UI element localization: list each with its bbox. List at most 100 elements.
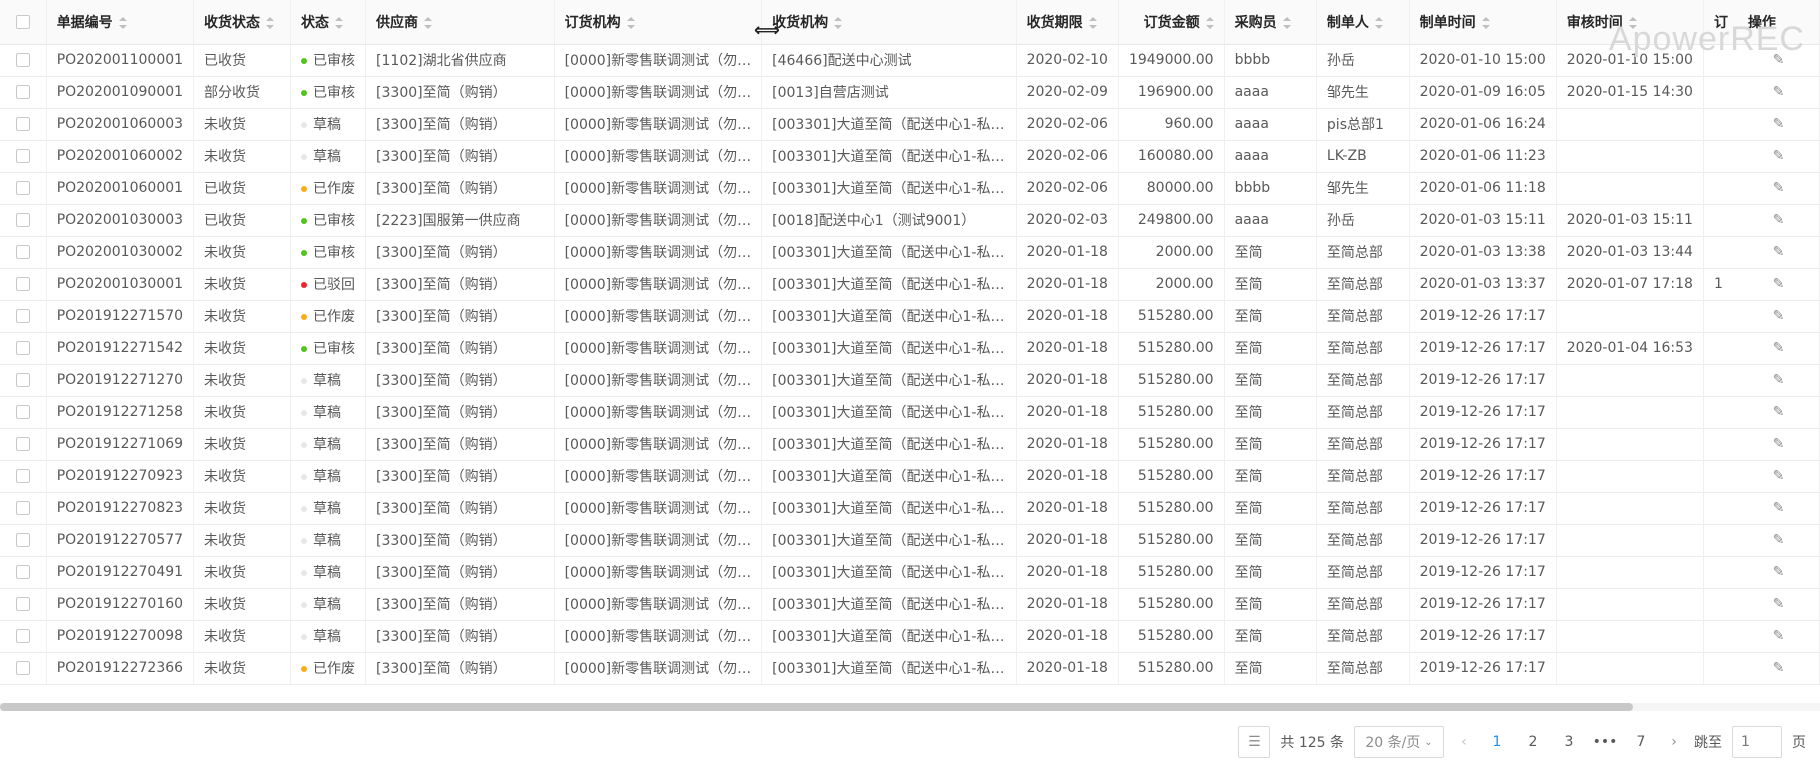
column-header-recv_org[interactable]: 收货机构 (761, 0, 1017, 45)
sort-icon[interactable] (118, 16, 127, 29)
edit-icon[interactable]: ✎ (1773, 212, 1785, 228)
edit-icon[interactable]: ✎ (1773, 660, 1785, 676)
table-row[interactable]: PO202001030002 未收货 已审核 [3300]至简（购销） [0000]新零… (0, 236, 1820, 269)
table-row[interactable]: PO201912271570 未收货 已作废 [3300]至简（购销） [0000]新零… (0, 300, 1820, 333)
row-checkbox-cell[interactable] (0, 556, 47, 589)
cell-action[interactable]: ✎ (1737, 204, 1820, 237)
row-checkbox-cell[interactable] (0, 332, 47, 365)
row-checkbox-cell[interactable] (0, 364, 47, 397)
edit-icon[interactable]: ✎ (1773, 564, 1785, 580)
cell-action[interactable]: ✎ (1737, 140, 1820, 173)
id-value[interactable]: PO202001030001 (57, 276, 183, 292)
row-checkbox-cell[interactable] (0, 236, 47, 269)
sort-icon[interactable] (335, 16, 344, 29)
cell-action[interactable]: ✎ (1737, 76, 1820, 109)
table-row[interactable]: PO201912270923 未收货 草稿 [3300]至简（购销） [0000]新零售… (0, 460, 1820, 493)
cell-action[interactable]: ✎ (1737, 172, 1820, 205)
table-row[interactable]: PO201912272366 未收货 已作废 [3300]至简（购销） [0000]新零… (0, 652, 1820, 685)
row-checkbox-cell[interactable] (0, 460, 47, 493)
table-row[interactable]: PO201912270491 未收货 草稿 [3300]至简（购销） [0000]新零售… (0, 556, 1820, 589)
row-checkbox[interactable] (15, 597, 30, 611)
column-header-buyer[interactable]: 采购员 (1224, 0, 1317, 45)
cell-action[interactable]: ✎ (1737, 620, 1820, 653)
column-header-created[interactable]: 制单时间 (1409, 0, 1557, 45)
column-settings-button[interactable]: ☰ (1238, 726, 1271, 758)
id-value[interactable]: PO202001100001 (57, 52, 183, 68)
select-all-checkbox-cell[interactable] (0, 0, 47, 45)
page-7[interactable]: 7 (1628, 734, 1654, 750)
table-row[interactable]: PO202001060002 未收货 草稿 [3300]至简（购销） [0000]新零售… (0, 140, 1820, 173)
table-row[interactable]: PO202001100001 已收货 已审核 [1102]湖北省供应商 [0000]新零… (0, 44, 1820, 77)
edit-icon[interactable]: ✎ (1773, 340, 1785, 356)
column-header-supplier[interactable]: 供应商 (365, 0, 555, 45)
cell-action[interactable]: ✎ (1737, 108, 1820, 141)
row-checkbox-cell[interactable] (0, 524, 47, 557)
cell-action[interactable]: ✎ (1737, 524, 1820, 557)
page-3[interactable]: 3 (1556, 734, 1582, 750)
edit-icon[interactable]: ✎ (1773, 276, 1785, 292)
id-value[interactable]: PO201912271542 (57, 340, 183, 356)
sort-icon[interactable] (834, 16, 843, 29)
column-header-amount[interactable]: 订货金额 (1118, 0, 1225, 45)
row-checkbox-cell[interactable] (0, 268, 47, 301)
row-checkbox-cell[interactable] (0, 428, 47, 461)
row-checkbox[interactable] (15, 149, 30, 163)
table-row[interactable]: PO202001060001 已收货 已作废 [3300]至简（购销） [0000]新零… (0, 172, 1820, 205)
id-value[interactable]: PO201912272366 (57, 660, 183, 676)
table-row[interactable]: PO201912270160 未收货 草稿 [3300]至简（购销） [0000]新零售… (0, 588, 1820, 621)
cell-action[interactable]: ✎ (1737, 268, 1820, 301)
row-checkbox-cell[interactable] (0, 652, 47, 685)
cell-action[interactable]: ✎ (1737, 236, 1820, 269)
id-value[interactable]: PO201912271258 (57, 404, 183, 420)
edit-icon[interactable]: ✎ (1773, 116, 1785, 132)
id-value[interactable]: PO202001090001 (57, 84, 183, 100)
id-value[interactable]: PO202001030002 (57, 244, 183, 260)
edit-icon[interactable]: ✎ (1773, 628, 1785, 644)
table-row[interactable]: PO201912271270 未收货 草稿 [3300]至简（购销） [0000]新零售… (0, 364, 1820, 397)
row-checkbox[interactable] (15, 85, 30, 99)
table-row[interactable]: PO202001030001 未收货 已驳回 [3300]至简（购销） [0000]新零… (0, 268, 1820, 301)
cell-action[interactable]: ✎ (1737, 300, 1820, 333)
row-checkbox[interactable] (15, 341, 30, 355)
id-value[interactable]: PO201912271570 (57, 308, 183, 324)
edit-icon[interactable]: ✎ (1773, 180, 1785, 196)
row-checkbox-cell[interactable] (0, 396, 47, 429)
row-checkbox[interactable] (15, 629, 30, 643)
row-checkbox[interactable] (15, 501, 30, 515)
edit-icon[interactable]: ✎ (1773, 596, 1785, 612)
column-header-receipt[interactable]: 收货状态 (193, 0, 292, 45)
edit-icon[interactable]: ✎ (1773, 404, 1785, 420)
id-value[interactable]: PO202001060002 (57, 148, 183, 164)
edit-icon[interactable]: ✎ (1773, 436, 1785, 452)
edit-icon[interactable]: ✎ (1773, 468, 1785, 484)
table-row[interactable]: PO202001030003 已收货 已审核 [2223]国服第一供应商 [0000]新… (0, 204, 1820, 237)
sort-icon[interactable] (424, 16, 433, 29)
cell-action[interactable]: ✎ (1737, 396, 1820, 429)
table-row[interactable]: PO202001090001 部分收货 已审核 [3300]至简（购销） [0000]新… (0, 76, 1820, 109)
row-checkbox-cell[interactable] (0, 620, 47, 653)
table-row[interactable]: PO201912271542 未收货 已审核 [3300]至简（购销） [0000]新零… (0, 332, 1820, 365)
id-value[interactable]: PO201912270923 (57, 468, 183, 484)
row-checkbox-cell[interactable] (0, 44, 47, 77)
row-checkbox[interactable] (15, 661, 30, 675)
id-value[interactable]: PO202001060001 (57, 180, 183, 196)
column-header-id[interactable]: 单据编号 (46, 0, 195, 45)
edit-icon[interactable]: ✎ (1773, 308, 1785, 324)
row-checkbox-cell[interactable] (0, 172, 47, 205)
sort-icon[interactable] (1481, 16, 1490, 29)
row-checkbox[interactable] (15, 437, 30, 451)
sort-icon[interactable] (626, 16, 635, 29)
row-checkbox[interactable] (15, 277, 30, 291)
row-checkbox[interactable] (15, 373, 30, 387)
edit-icon[interactable]: ✎ (1773, 84, 1785, 100)
table-row[interactable]: PO201912271069 未收货 草稿 [3300]至简（购销） [0000]新零售… (0, 428, 1820, 461)
row-checkbox-cell[interactable] (0, 492, 47, 525)
column-header-creator[interactable]: 制单人 (1316, 0, 1410, 45)
cell-action[interactable]: ✎ (1737, 588, 1820, 621)
row-checkbox-cell[interactable] (0, 204, 47, 237)
column-header-deadline[interactable]: 收货期限 (1016, 0, 1119, 45)
horizontal-scrollbar[interactable] (0, 703, 1820, 711)
table-row[interactable]: PO201912270577 未收货 草稿 [3300]至简（购销） [0000]新零售… (0, 524, 1820, 557)
table-row[interactable]: PO202001060003 未收货 草稿 [3300]至简（购销） [0000]新零售… (0, 108, 1820, 141)
edit-icon[interactable]: ✎ (1773, 372, 1785, 388)
